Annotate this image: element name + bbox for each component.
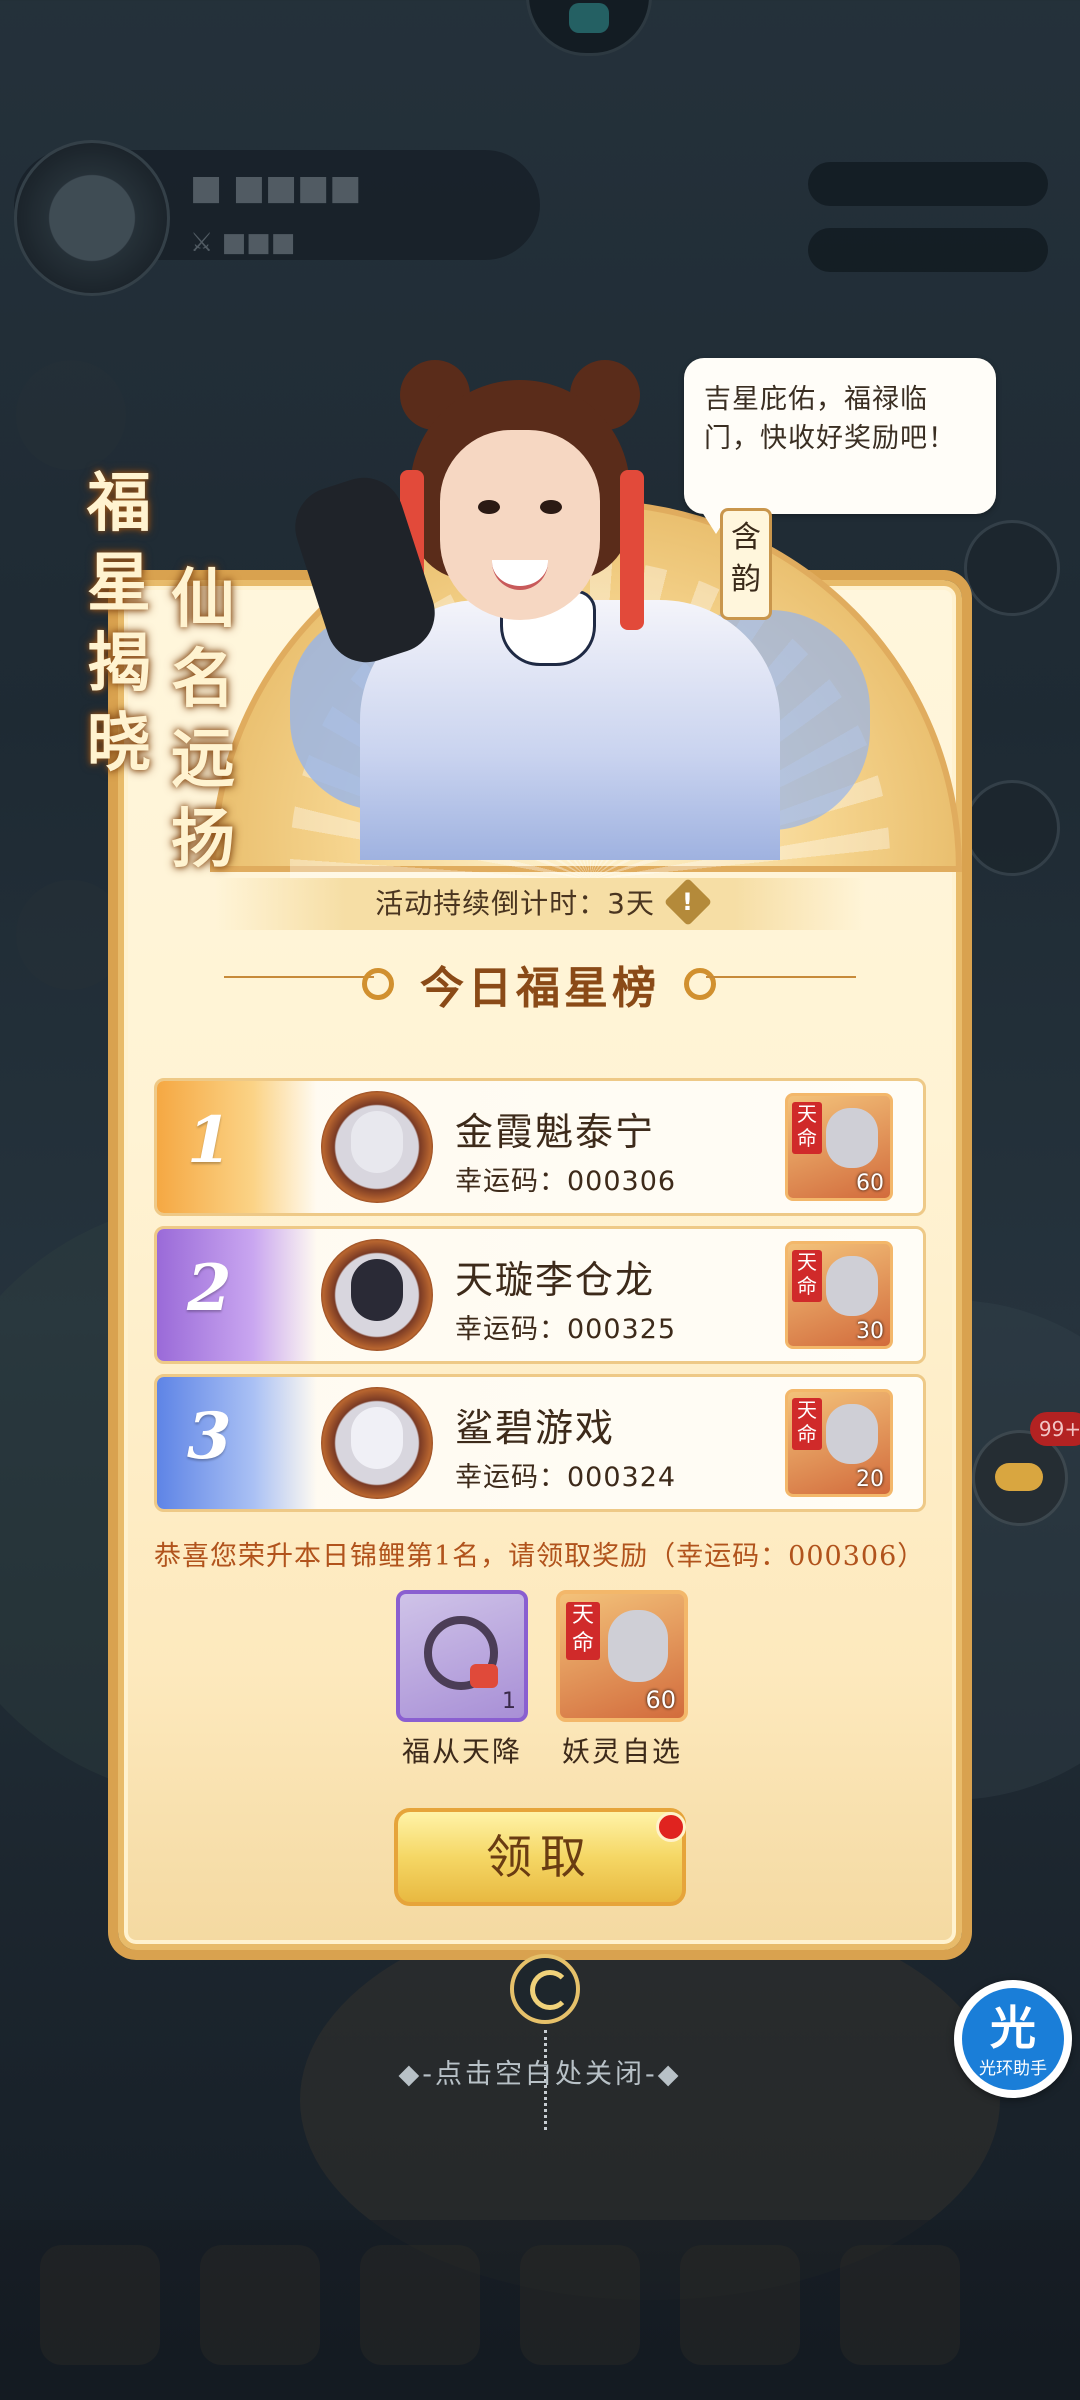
leaderboard-title: 今日福星榜	[420, 963, 660, 1014]
reward-item-character[interactable]: 天命 60	[556, 1590, 688, 1722]
reward-card-icon[interactable]: 天命 20	[785, 1389, 893, 1497]
info-icon[interactable]: !	[663, 877, 712, 927]
claim-button[interactable]: 领取	[394, 1808, 686, 1906]
player-avatar	[321, 1387, 433, 1499]
title-column-right: 仙名远扬	[171, 562, 235, 877]
lucky-code: 幸运码：000324	[455, 1462, 677, 1493]
rank-badge: 3	[157, 1377, 317, 1509]
moon-medal-icon	[510, 1954, 580, 2024]
title-column-left: 福星揭晓	[87, 466, 151, 781]
leaderboard-row: 1 金霞魁泰宁 幸运码：000306 天命 60	[154, 1078, 926, 1216]
reward-item-bracelet[interactable]: 1	[396, 1590, 528, 1722]
lucky-code: 幸运码：000306	[455, 1166, 677, 1197]
player-name: 天璇李仓龙	[455, 1258, 656, 1302]
assistant-floating-button[interactable]: 光 光环助手	[954, 1980, 1072, 2098]
reward-label: 妖灵自选	[561, 1735, 682, 1768]
reward-label: 福从天降	[401, 1735, 522, 1768]
rank-badge: 1	[157, 1081, 317, 1213]
host-name-tag: 含韵	[720, 508, 772, 620]
player-name: 金霞魁泰宁	[455, 1110, 656, 1154]
countdown-text: 活动持续倒计时：3天	[375, 887, 655, 920]
lucky-code: 幸运码：000325	[455, 1314, 677, 1345]
character-card-icon	[608, 1610, 668, 1682]
title-divider-right	[706, 976, 856, 978]
speech-bubble: 吉星庇佑，福禄临门，快收好奖励吧！	[684, 358, 996, 534]
reward-card-icon[interactable]: 天命 60	[785, 1093, 893, 1201]
notification-dot	[656, 1812, 686, 1842]
close-hint[interactable]: ◆-点击空白处关闭-◆	[380, 2052, 700, 2091]
leaderboard-row: 3 鲨碧游戏 幸运码：000324 天命 20	[154, 1374, 926, 1512]
player-avatar	[321, 1239, 433, 1351]
player-avatar	[321, 1091, 433, 1203]
reward-card-icon[interactable]: 天命 30	[785, 1241, 893, 1349]
congrats-message: 恭喜您荣升本日锦鲤第1名，请领取奖励（幸运码：000306）	[154, 1541, 926, 1572]
leaderboard-row: 2 天璇李仓龙 幸运码：000325 天命 30	[154, 1226, 926, 1364]
event-countdown: 活动持续倒计时：3天 !	[215, 877, 865, 930]
player-name: 鲨碧游戏	[455, 1406, 616, 1450]
chat-unread-badge: 99+	[1030, 1412, 1080, 1446]
ring-ornament-icon	[684, 968, 716, 1000]
rank-badge: 2	[157, 1229, 317, 1361]
